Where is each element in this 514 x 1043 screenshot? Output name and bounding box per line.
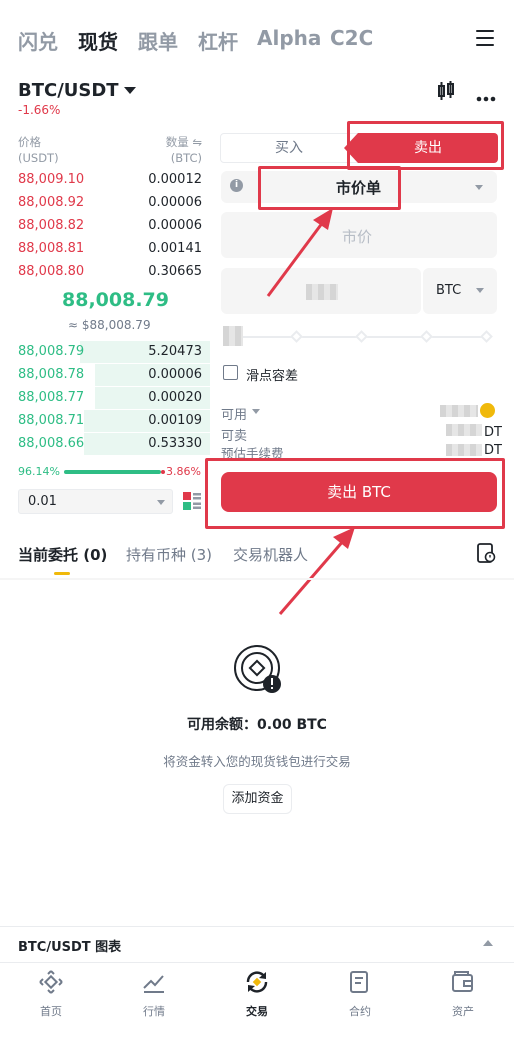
chart-toggle-label[interactable]: BTC/USDT 图表 [18, 936, 121, 955]
active-tab-indicator [54, 572, 70, 575]
divider [0, 578, 514, 580]
tab-holdings[interactable]: 持有币种 (3) [126, 544, 212, 565]
markets-icon [143, 975, 164, 993]
order-history-icon[interactable] [476, 542, 496, 564]
transfer-hint: 将资金转入您的现货钱包进行交易 [163, 754, 351, 769]
empty-wallet-icon [234, 645, 281, 693]
bottom-nav-label: 合约 [349, 1005, 371, 1018]
trade-icon [246, 971, 268, 993]
tab-open-orders[interactable]: 当前委托 (0) [18, 544, 107, 565]
divider [0, 926, 514, 927]
home-icon [39, 970, 63, 994]
add-funds-button[interactable]: 添加资金 [223, 784, 292, 814]
bottom-nav-label: 行情 [143, 1005, 165, 1018]
divider [0, 962, 514, 963]
annotation-arrows [266, 208, 355, 615]
chevron-up-icon[interactable] [483, 940, 493, 946]
futures-icon [350, 971, 368, 993]
tab-trading-bots[interactable]: 交易机器人 [233, 544, 308, 565]
bottom-nav-label: 首页 [40, 1005, 62, 1018]
wallet-icon [452, 971, 473, 992]
bottom-nav-label: 资产 [452, 1005, 474, 1018]
bottom-nav-label: 交易 [246, 1005, 268, 1018]
available-balance: 可用余额：0.00 BTC [187, 717, 327, 733]
